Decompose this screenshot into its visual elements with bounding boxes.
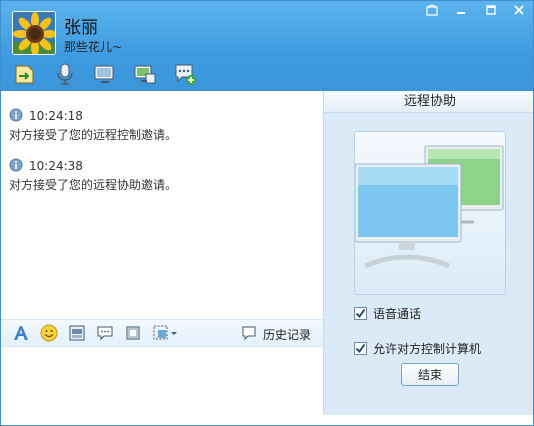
allow-control-option[interactable]: 允许对方控制计算机 (354, 340, 481, 357)
allow-control-label: 允许对方控制计算机 (373, 342, 482, 356)
minimize-icon (455, 4, 467, 16)
message-text: 对方接受了您的远程协助邀请。 (9, 178, 178, 192)
screenshot-icon (68, 324, 86, 345)
close-icon (513, 4, 525, 16)
skin-button[interactable] (421, 1, 443, 19)
panel-title: 远程协助 (324, 91, 533, 113)
remote-assist-panel: 远程协助 语音通话 允许对方控制计算机 结束 (323, 91, 533, 415)
video-monitor-icon (93, 62, 117, 89)
video-button[interactable] (91, 61, 119, 89)
check-icon (355, 343, 366, 353)
chat-header: 张丽 那些花儿~ (1, 1, 533, 91)
maximize-icon (485, 4, 497, 16)
message-text: 对方接受了您的远程控制邀请。 (9, 128, 178, 142)
history-label: 历史记录 (263, 327, 312, 342)
remote-desktop-button[interactable] (131, 61, 159, 89)
contact-name[interactable]: 张丽 (64, 13, 98, 38)
send-picture-icon (152, 324, 178, 345)
monitors-icon (354, 145, 504, 269)
remote-illustration (354, 131, 506, 295)
maximize-button[interactable] (477, 1, 505, 19)
chat-window: 张丽 那些花儿~ 10:24:18 对方接受了您的远程控制邀请。 10:24:3… (0, 0, 534, 426)
voice-label: 语音通话 (373, 307, 422, 321)
message-input[interactable] (1, 348, 323, 412)
info-icon (9, 158, 23, 175)
info-icon (9, 108, 23, 125)
voice-call-option[interactable]: 语音通话 (354, 305, 421, 322)
system-message: 10:24:38 对方接受了您的远程协助邀请。 (9, 158, 177, 193)
font-icon (12, 324, 30, 345)
message-time: 10:24:38 (29, 159, 83, 173)
font-button[interactable] (11, 324, 31, 344)
message-history[interactable]: 10:24:18 对方接受了您的远程控制邀请。 10:24:38 对方接受了您的… (1, 91, 323, 319)
voice-button[interactable] (51, 61, 79, 89)
remote-desktop-icon (133, 62, 157, 89)
contact-avatar[interactable] (12, 11, 56, 55)
microphone-icon (53, 62, 77, 89)
history-icon (241, 325, 257, 344)
more-apps-button[interactable] (171, 61, 199, 89)
check-icon (355, 308, 366, 318)
emoji-button[interactable] (39, 324, 59, 344)
window-button[interactable] (123, 324, 143, 344)
allow-control-checkbox[interactable] (354, 342, 367, 355)
contact-signature: 那些花儿~ (64, 40, 123, 54)
screenshot-button[interactable] (67, 324, 87, 344)
system-message: 10:24:18 对方接受了您的远程控制邀请。 (9, 108, 177, 143)
history-button[interactable]: 历史记录 (241, 324, 311, 344)
file-transfer-icon (13, 62, 37, 89)
send-picture-button[interactable] (151, 324, 179, 344)
more-apps-icon (173, 62, 197, 89)
emoji-icon (40, 324, 58, 345)
skin-icon (426, 4, 438, 16)
file-transfer-button[interactable] (11, 61, 39, 89)
bubble-icon (96, 324, 114, 345)
message-time: 10:24:18 (29, 109, 83, 123)
end-button[interactable]: 结束 (401, 363, 459, 386)
window-icon (124, 324, 142, 345)
chat-toolbar (11, 61, 199, 89)
bubble-button[interactable] (95, 324, 115, 344)
input-toolbar: 历史记录 (1, 319, 323, 347)
minimize-button[interactable] (447, 1, 475, 19)
input-bottom (1, 412, 323, 425)
close-button[interactable] (505, 1, 533, 19)
voice-checkbox[interactable] (354, 307, 367, 320)
